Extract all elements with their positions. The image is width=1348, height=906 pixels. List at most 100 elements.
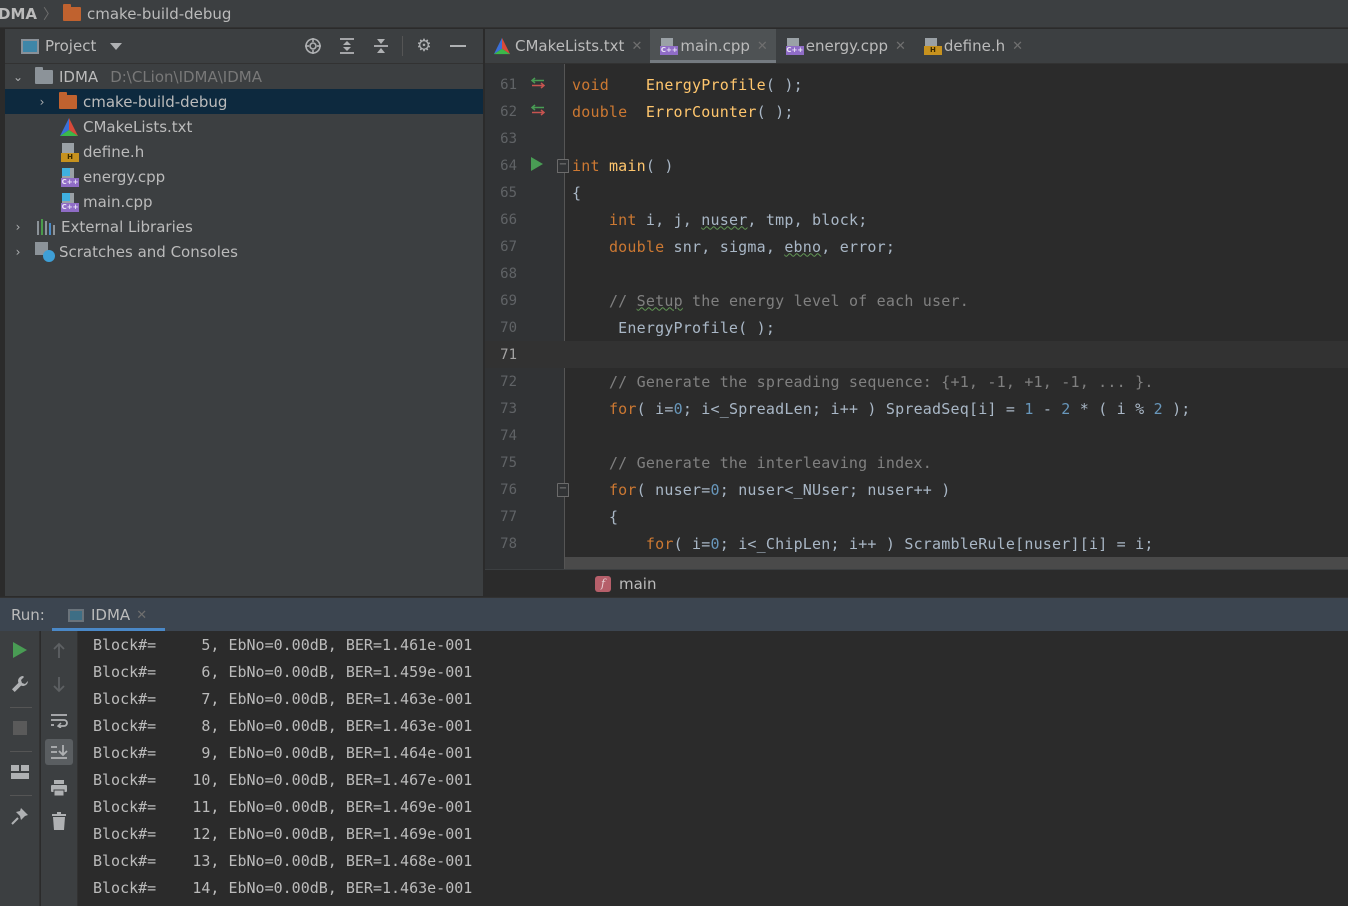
trash-icon[interactable]	[41, 808, 77, 834]
chevron-right-icon[interactable]: ›	[11, 220, 25, 234]
chevron-down-icon[interactable]	[110, 42, 123, 50]
wrench-icon[interactable]	[0, 671, 39, 697]
tab-label: CMakeLists.txt	[515, 37, 625, 55]
stop-icon[interactable]	[0, 715, 39, 741]
project-window-icon	[21, 38, 39, 54]
pin-icon[interactable]	[0, 803, 39, 829]
code-line[interactable]: 67 double snr, sigma, ebno, error;	[485, 233, 1348, 260]
line-number: 65	[500, 184, 517, 201]
tree-item-cmake-build-debug[interactable]: › cmake-build-debug	[5, 89, 483, 114]
code-text: double ErrorCounter( );	[572, 102, 794, 121]
header-file-icon: H	[59, 142, 79, 162]
gear-icon[interactable]: ⚙	[407, 33, 441, 59]
tree-item-idma[interactable]: ⌄ IDMA D:\CLion\IDMA\IDMA	[5, 64, 483, 89]
line-number: 76	[500, 481, 517, 498]
tab-cmakelists[interactable]: CMakeLists.txt ✕	[485, 29, 650, 63]
project-view-title[interactable]: Project	[45, 37, 96, 55]
line-number: 77	[500, 508, 517, 525]
implementation-arrows-icon[interactable]	[530, 103, 546, 121]
minimize-icon[interactable]	[441, 33, 475, 59]
run-tab-idma[interactable]: IDMA ✕	[52, 598, 165, 632]
tree-item-cmakelists[interactable]: CMakeLists.txt	[5, 114, 483, 139]
cmake-icon	[493, 37, 511, 55]
close-icon[interactable]: ✕	[136, 608, 147, 623]
expand-all-icon[interactable]	[330, 33, 364, 59]
tab-energy-cpp[interactable]: C++ energy.cpp ✕	[776, 29, 914, 63]
console-toolbar	[41, 631, 78, 906]
horizontal-scrollbar[interactable]	[565, 557, 1348, 569]
locate-icon[interactable]	[296, 33, 330, 59]
console-line: Block#= 7, EbNo=0.00dB, BER=1.463e-001	[93, 689, 473, 708]
code-line[interactable]: 66 int i, j, nuser, tmp, block;	[485, 206, 1348, 233]
tree-item-main-cpp[interactable]: C++ main.cpp	[5, 189, 483, 214]
console-line: Block#= 14, EbNo=0.00dB, BER=1.463e-001	[93, 878, 473, 897]
chevron-down-icon[interactable]: ⌄	[11, 70, 25, 84]
code-text: {	[572, 183, 582, 202]
code-line[interactable]: 77 {	[485, 503, 1348, 530]
tree-item-path: D:\CLion\IDMA\IDMA	[110, 67, 262, 86]
code-text: {	[608, 507, 619, 526]
breadcrumb-project[interactable]: DMA	[0, 5, 37, 23]
chevron-right-icon[interactable]: ›	[35, 95, 49, 109]
navigation-bar: DMA 〉 cmake-build-debug	[0, 0, 1348, 28]
run-icon[interactable]	[531, 156, 543, 175]
function-icon: f	[595, 575, 611, 592]
code-line[interactable]: 73 for( i=0; i<_SpreadLen; i++ ) SpreadS…	[485, 395, 1348, 422]
scroll-to-end-icon[interactable]	[45, 739, 73, 765]
code-line[interactable]: 78 for( i=0; i<_ChipLen; i++ ) ScrambleR…	[485, 530, 1348, 557]
code-line[interactable]: 69 // Setup the energy level of each use…	[485, 287, 1348, 314]
tab-define-h[interactable]: H define.h ✕	[914, 29, 1031, 63]
collapse-all-icon[interactable]	[364, 33, 398, 59]
scratches-icon	[35, 241, 55, 262]
code-line[interactable]: 74	[485, 422, 1348, 449]
close-icon[interactable]: ✕	[757, 39, 768, 54]
code-line[interactable]: 65 {	[485, 179, 1348, 206]
implementation-arrows-icon[interactable]	[530, 76, 546, 94]
rerun-icon[interactable]	[0, 637, 39, 663]
code-line-current[interactable]: 71	[485, 341, 1348, 368]
arrow-down-icon[interactable]	[41, 672, 77, 698]
close-icon[interactable]: ✕	[1012, 39, 1023, 54]
line-number: 63	[500, 130, 517, 147]
breadcrumb-folder[interactable]: cmake-build-debug	[87, 5, 231, 23]
tree-item-scratches[interactable]: › Scratches and Consoles	[5, 239, 483, 264]
print-icon[interactable]	[41, 775, 77, 801]
code-line[interactable]: 62 double ErrorCounter( );	[485, 98, 1348, 125]
tree-item-define-h[interactable]: H define.h	[5, 139, 483, 164]
code-text: for( i=0; i<_SpreadLen; i++ ) SpreadSeq[…	[608, 399, 1191, 418]
soft-wrap-icon[interactable]	[41, 707, 77, 733]
layout-icon[interactable]	[0, 759, 39, 785]
code-line[interactable]: 63	[485, 125, 1348, 152]
code-text: double snr, sigma, ebno, error;	[608, 237, 896, 256]
tree-item-label: cmake-build-debug	[83, 92, 228, 111]
breadcrumb-function[interactable]: main	[619, 575, 656, 593]
console-line: Block#= 5, EbNo=0.00dB, BER=1.461e-001	[93, 635, 473, 654]
code-editor[interactable]: 61 void EnergyProfile( ); 62 double Erro…	[485, 64, 1348, 569]
close-icon[interactable]: ✕	[895, 39, 906, 54]
arrow-up-icon[interactable]	[41, 637, 77, 663]
code-line[interactable]: 72 // Generate the spreading sequence: {…	[485, 368, 1348, 395]
console-output[interactable]: Block#= 5, EbNo=0.00dB, BER=1.461e-001 B…	[78, 631, 1348, 906]
line-number: 68	[500, 265, 517, 282]
project-panel: Project ⚙ ⌄ IDMA D:\CLion\IDMA\IDMA › cm…	[4, 29, 483, 596]
tab-main-cpp[interactable]: C++ main.cpp ✕	[650, 29, 777, 63]
breadcrumb-separator-icon: 〉	[43, 6, 57, 23]
chevron-right-icon[interactable]: ›	[11, 245, 25, 259]
header-file-icon: H	[922, 37, 942, 55]
code-line[interactable]: 61 void EnergyProfile( );	[485, 71, 1348, 98]
code-line[interactable]: 70 EnergyProfile( );	[485, 314, 1348, 341]
toolbar-separator	[10, 795, 32, 796]
code-line[interactable]: 75 // Generate the interleaving index.	[485, 449, 1348, 476]
editor-tab-bar: CMakeLists.txt ✕ C++ main.cpp ✕ C++ ener…	[485, 29, 1348, 64]
close-icon[interactable]: ✕	[631, 39, 642, 54]
code-line[interactable]: 76 − for( nuser=0; nuser<_NUser; nuser++…	[485, 476, 1348, 503]
tree-item-external-libraries[interactable]: › External Libraries	[5, 214, 483, 239]
fold-icon[interactable]: −	[557, 158, 569, 173]
code-line[interactable]: 64 − int main( )	[485, 152, 1348, 179]
fold-icon[interactable]: −	[557, 482, 569, 497]
toolbar-separator	[10, 751, 32, 752]
tree-item-label: External Libraries	[61, 217, 193, 236]
tree-item-label: IDMA	[59, 67, 99, 86]
tree-item-energy-cpp[interactable]: C++ energy.cpp	[5, 164, 483, 189]
code-line[interactable]: 68	[485, 260, 1348, 287]
